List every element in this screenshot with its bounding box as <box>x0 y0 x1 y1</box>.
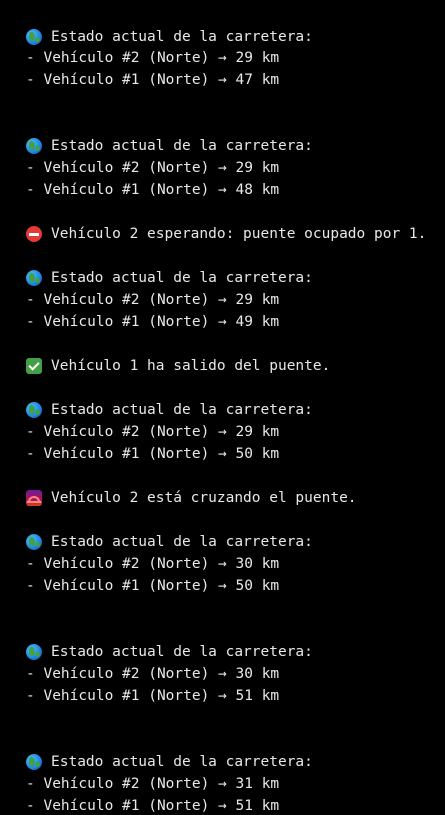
globe-icon <box>26 402 42 418</box>
status-header-text: Estado actual de la carretera: <box>51 29 313 45</box>
vehicle-1-status: - Vehículo #1 (Norte) → 51 km <box>26 798 280 814</box>
waiting-message-text: Vehículo 2 esperando: puente ocupado por… <box>51 226 427 242</box>
status-header-text: Estado actual de la carretera: <box>51 402 313 418</box>
exited-message: Vehículo 1 ha salido del puente. <box>26 355 330 377</box>
globe-icon <box>26 534 42 550</box>
crossing-message-text: Vehículo 2 está cruzando el puente. <box>51 490 357 506</box>
vehicle-2-status: - Vehículo #2 (Norte) → 29 km <box>26 292 280 308</box>
globe-icon <box>26 138 42 154</box>
no-entry-icon <box>26 226 42 242</box>
globe-icon <box>26 29 42 45</box>
status-header-text: Estado actual de la carretera: <box>51 754 313 770</box>
status-header-text: Estado actual de la carretera: <box>51 644 313 660</box>
vehicle-1-status: - Vehículo #1 (Norte) → 51 km <box>26 688 280 704</box>
vehicle-2-status: - Vehículo #2 (Norte) → 29 km <box>26 160 280 176</box>
status-header-text: Estado actual de la carretera: <box>51 138 313 154</box>
globe-icon <box>26 754 42 770</box>
globe-icon <box>26 270 42 286</box>
vehicle-1-status: - Vehículo #1 (Norte) → 50 km <box>26 446 280 462</box>
crossing-message: Vehículo 2 está cruzando el puente. <box>26 487 357 509</box>
bridge-icon <box>26 490 42 506</box>
vehicle-1-status: - Vehículo #1 (Norte) → 49 km <box>26 314 280 330</box>
status-header-text: Estado actual de la carretera: <box>51 534 313 550</box>
status-header: Estado actual de la carretera: <box>26 531 313 553</box>
terminal-output: Estado actual de la carretera: - Vehícul… <box>0 0 445 815</box>
status-header: Estado actual de la carretera: <box>26 399 313 421</box>
vehicle-1-status: - Vehículo #1 (Norte) → 47 km <box>26 72 280 88</box>
vehicle-1-status: - Vehículo #1 (Norte) → 50 km <box>26 578 280 594</box>
vehicle-1-status: - Vehículo #1 (Norte) → 48 km <box>26 182 280 198</box>
vehicle-2-status: - Vehículo #2 (Norte) → 29 km <box>26 424 280 440</box>
vehicle-2-status: - Vehículo #2 (Norte) → 30 km <box>26 556 280 572</box>
vehicle-2-status: - Vehículo #2 (Norte) → 29 km <box>26 50 280 66</box>
status-header: Estado actual de la carretera: <box>26 135 313 157</box>
exited-message-text: Vehículo 1 ha salido del puente. <box>51 358 331 374</box>
status-header: Estado actual de la carretera: <box>26 26 313 48</box>
vehicle-2-status: - Vehículo #2 (Norte) → 30 km <box>26 666 280 682</box>
status-header: Estado actual de la carretera: <box>26 641 313 663</box>
check-mark-icon <box>26 358 42 374</box>
vehicle-2-status: - Vehículo #2 (Norte) → 31 km <box>26 776 280 792</box>
globe-icon <box>26 644 42 660</box>
status-header-text: Estado actual de la carretera: <box>51 270 313 286</box>
waiting-message: Vehículo 2 esperando: puente ocupado por… <box>26 223 426 245</box>
status-header: Estado actual de la carretera: <box>26 751 313 773</box>
status-header: Estado actual de la carretera: <box>26 267 313 289</box>
